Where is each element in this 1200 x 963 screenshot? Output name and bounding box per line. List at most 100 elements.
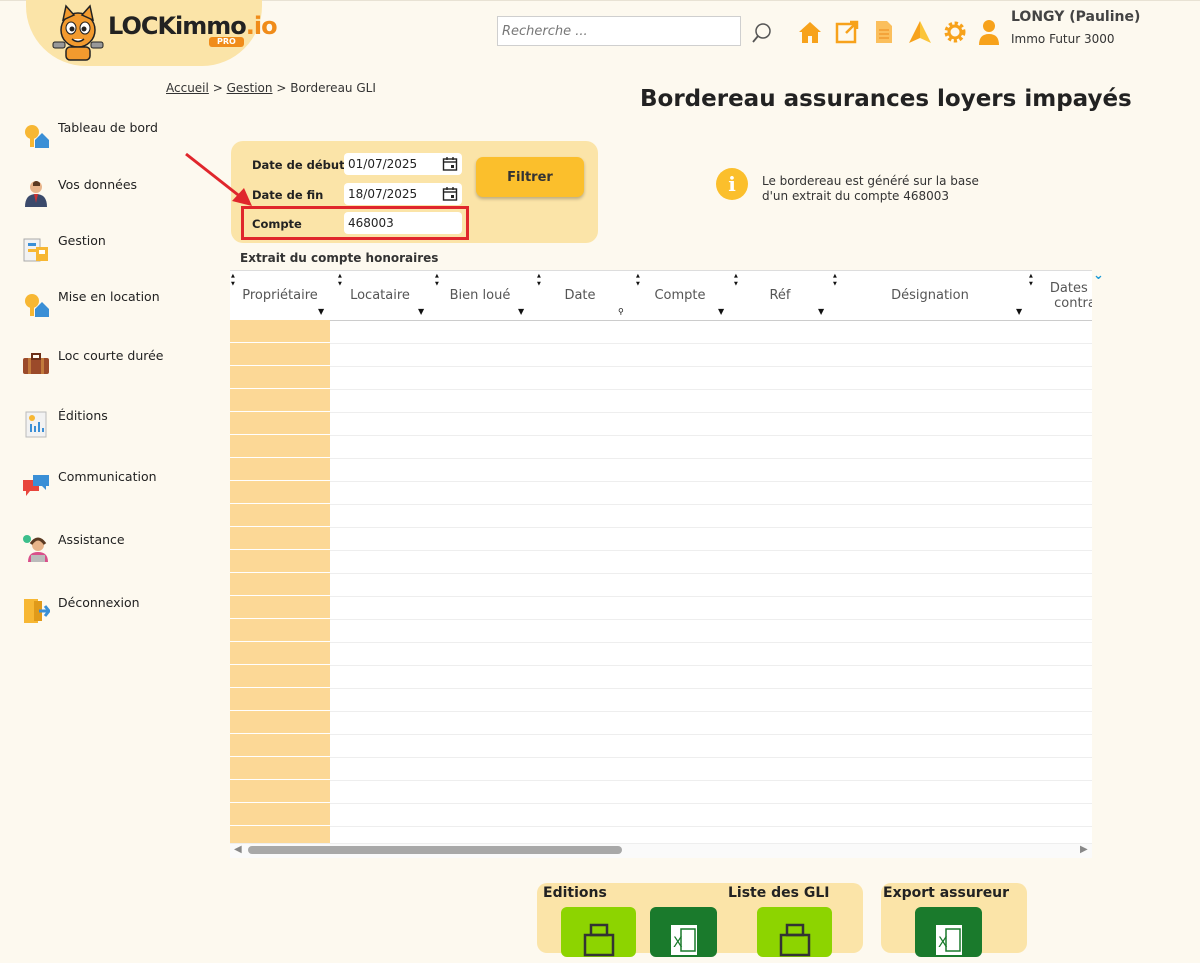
sort-icon[interactable]: ▲ ▼ [537, 272, 541, 288]
sidebar-item-tableau-de-bord[interactable]: Tableau de bord [22, 120, 158, 150]
sort-icon[interactable]: ▲ ▼ [435, 272, 439, 288]
sidebar-item-loc-courte-duree[interactable]: Loc courte durée [22, 348, 164, 378]
sidebar-item-mise-en-location[interactable]: Mise en location [22, 289, 160, 319]
calendar-icon[interactable] [442, 186, 458, 202]
sort-icon[interactable]: ▲ ▼ [231, 272, 235, 288]
home-icon[interactable] [796, 18, 824, 46]
sidebar-item-deconnexion[interactable]: Déconnexion [22, 595, 140, 625]
table-row[interactable] [230, 780, 1092, 804]
export-excel-button[interactable]: X [915, 907, 982, 957]
owner-cell [230, 711, 330, 734]
owner-cell [230, 665, 330, 688]
owner-cell [230, 550, 330, 573]
table-row[interactable] [230, 343, 1092, 367]
breadcrumb-gestion[interactable]: Gestion [227, 81, 273, 95]
user-icon[interactable] [975, 18, 1003, 46]
export-title: Export assureur [883, 885, 1010, 901]
table-row[interactable] [230, 366, 1092, 390]
suitcase-icon [23, 353, 49, 374]
column-header[interactable]: Bien loué [430, 271, 530, 320]
filter-icon[interactable]: ▼ [518, 307, 524, 316]
filter-icon[interactable]: ▼ [718, 307, 724, 316]
table-row[interactable] [230, 389, 1092, 413]
sort-icon[interactable]: ▲ ▼ [636, 272, 640, 288]
breadcrumb: Accueil > Gestion > Bordereau GLI [166, 81, 376, 95]
owner-cell [230, 504, 330, 527]
table-row[interactable] [230, 757, 1092, 781]
table-row[interactable] [230, 458, 1092, 482]
sidebar-item-communication[interactable]: Communication [22, 469, 157, 499]
scroll-right-icon[interactable]: ▶ [1080, 844, 1088, 855]
column-header[interactable]: Date [530, 271, 630, 320]
editions-print-button[interactable] [561, 907, 636, 957]
search-input[interactable] [497, 16, 741, 46]
logout-icon [24, 599, 50, 623]
end-date-input[interactable]: 18/07/2025 [344, 183, 462, 205]
table-row[interactable] [230, 550, 1092, 574]
user-name[interactable]: LONGY (Pauline) [1011, 9, 1140, 25]
document-icon[interactable] [870, 18, 898, 46]
search-icon[interactable] [751, 22, 773, 44]
table-row[interactable] [230, 619, 1092, 643]
gli-print-button[interactable] [757, 907, 832, 957]
info-text: Le bordereau est généré sur la base d'un… [762, 174, 979, 203]
sidebar-item-gestion[interactable]: Gestion [22, 233, 106, 263]
breadcrumb-accueil[interactable]: Accueil [166, 81, 209, 95]
table-row[interactable] [230, 527, 1092, 551]
svg-text:X: X [938, 935, 948, 951]
dashboard-icon [25, 125, 49, 148]
sort-icon[interactable]: ▲ ▼ [734, 272, 738, 288]
table-row[interactable] [230, 803, 1092, 827]
send-icon[interactable] [906, 18, 934, 46]
table-row[interactable] [230, 504, 1092, 528]
external-link-icon[interactable] [833, 18, 861, 46]
chevron-down-icon[interactable]: ⌄ [1093, 268, 1104, 283]
person-icon [25, 181, 47, 207]
owner-cell [230, 412, 330, 435]
column-header[interactable]: Dates dcontra [1030, 271, 1092, 320]
filter-icon[interactable]: ▼ [318, 307, 324, 316]
table-row[interactable] [230, 435, 1092, 459]
sidebar-item-assistance[interactable]: Assistance [22, 532, 125, 562]
sidebar-item-vos-donnees[interactable]: Vos données [22, 177, 137, 207]
sort-icon[interactable]: ▲ ▼ [833, 272, 837, 288]
column-header[interactable]: Désignation [830, 271, 1030, 320]
filter-button[interactable]: Filtrer [476, 157, 584, 197]
scrollbar-thumb[interactable] [248, 846, 622, 854]
user-company: Immo Futur 3000 [1011, 32, 1115, 46]
editions-excel-button[interactable]: X [650, 907, 717, 957]
filter-icon[interactable]: ▼ [818, 307, 824, 316]
table-row[interactable] [230, 688, 1092, 712]
owner-cell [230, 688, 330, 711]
support-icon [23, 535, 48, 562]
sort-icon[interactable]: ▲ ▼ [338, 272, 342, 288]
start-date-input[interactable]: 01/07/2025 [344, 153, 462, 175]
table-row[interactable] [230, 665, 1092, 689]
gear-icon[interactable] [941, 18, 969, 46]
table-row[interactable] [230, 711, 1092, 735]
account-highlight-box [241, 206, 469, 240]
calendar-icon[interactable] [442, 156, 458, 172]
table-row[interactable] [230, 596, 1092, 620]
column-header[interactable]: Réf [730, 271, 830, 320]
column-header[interactable]: Locataire [330, 271, 430, 320]
table-row[interactable] [230, 481, 1092, 505]
cat-mascot-icon [52, 4, 104, 61]
table-row[interactable] [230, 573, 1092, 597]
table-row[interactable] [230, 642, 1092, 666]
logo-text[interactable]: LOCKimmo.io [108, 12, 278, 40]
table-row[interactable] [230, 734, 1092, 758]
table-row[interactable] [230, 320, 1092, 344]
editions-title: Editions [543, 885, 607, 901]
column-header[interactable]: Propriétaire [230, 271, 330, 320]
owner-cell [230, 527, 330, 550]
column-header[interactable]: Compte [630, 271, 730, 320]
search-icon[interactable]: ⚲ [618, 307, 624, 316]
svg-text:X: X [673, 935, 683, 951]
scroll-left-icon[interactable]: ◀ [234, 844, 242, 855]
table-row[interactable] [230, 412, 1092, 436]
filter-icon[interactable]: ▼ [418, 307, 424, 316]
sidebar-item-editions[interactable]: Éditions [22, 408, 108, 438]
sort-icon[interactable]: ▲ ▼ [1029, 272, 1033, 288]
filter-icon[interactable]: ▼ [1016, 307, 1022, 316]
